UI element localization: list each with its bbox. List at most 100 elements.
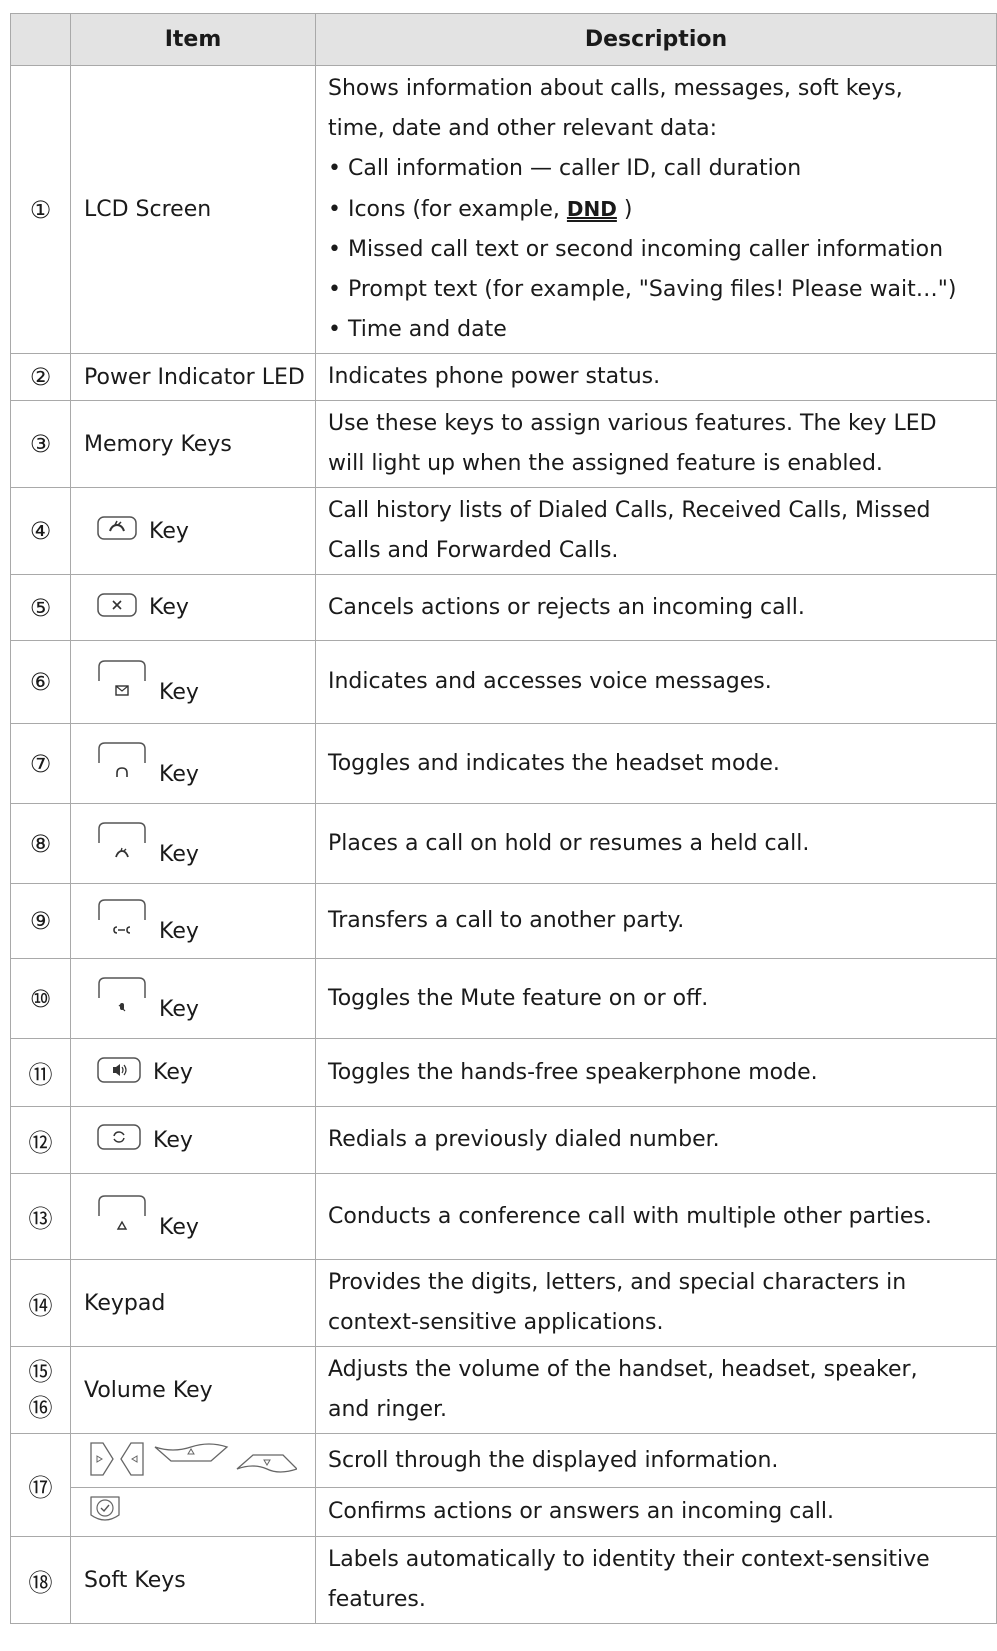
desc-line: Cancels actions or rejects an incoming c…	[328, 594, 805, 620]
dnd-icon: DND	[566, 197, 617, 221]
desc-line: context-sensitive applications.	[328, 1310, 664, 1335]
row-description: Indicates and accesses voice messages.	[315, 640, 997, 724]
table-row-conference-key: ⑬ Key Conducts a conference call with mu…	[10, 1173, 997, 1260]
header-description: Description	[315, 13, 997, 66]
row-description: Conducts a conference call with multiple…	[315, 1173, 997, 1260]
desc-line: Adjusts the volume of the handset, heads…	[328, 1357, 918, 1382]
row-description: Adjusts the volume of the handset, heads…	[315, 1346, 997, 1434]
row-number: ⑰	[10, 1433, 71, 1537]
row-description: Transfers a call to another party.	[315, 883, 997, 959]
ok-key-icon	[87, 1495, 123, 1525]
row-description: Call history lists of Dialed Calls, Rece…	[315, 487, 997, 575]
desc-line: Scroll through the displayed information…	[328, 1447, 779, 1473]
row-item: Key	[70, 1173, 316, 1260]
desc-line: Call history lists of Dialed Calls, Rece…	[328, 498, 931, 523]
table-row-power-led: ② Power Indicator LED Indicates phone po…	[10, 353, 997, 401]
desc-line: Shows information about calls, messages,…	[328, 76, 903, 101]
row-description: Toggles and indicates the headset mode.	[315, 723, 997, 804]
table-row-soft-keys: ⑱ Soft Keys Labels automatically to iden…	[10, 1536, 997, 1624]
row-number: ⑭	[10, 1259, 71, 1347]
row-description: Scroll through the displayed information…	[315, 1433, 997, 1488]
desc-line-icons: • Icons (for example, DND )	[328, 189, 996, 230]
row-number: ⑪	[10, 1038, 71, 1107]
mute-key-icon	[97, 976, 147, 1022]
row-description: Places a call on hold or resumes a held …	[315, 803, 997, 884]
row-description: Toggles the hands-free speakerphone mode…	[315, 1038, 997, 1107]
table-row-headset-key: ⑦ Key Toggles and indicates the headset …	[10, 723, 997, 804]
row-number: ⑥	[10, 640, 71, 724]
key-label: Key	[159, 841, 199, 867]
row-item: Power Indicator LED	[70, 353, 316, 401]
message-key-icon	[97, 659, 147, 705]
desc-line: Conducts a conference call with multiple…	[328, 1203, 932, 1229]
row-number: ⑦	[10, 723, 71, 804]
row-number: ③	[10, 400, 71, 488]
header-item: Item	[70, 13, 316, 66]
table-row-message-key: ⑥ Key Indicates and accesses voice messa…	[10, 640, 997, 724]
row-number: ④	[10, 487, 71, 575]
desc-line: • Call information — caller ID, call dur…	[328, 156, 802, 181]
ok-key-cell	[70, 1487, 316, 1537]
table-row-speakerphone-key: ⑪ Key Toggles the hands-free speakerphon…	[10, 1038, 997, 1107]
row-item: Memory Keys	[70, 400, 316, 488]
headset-key-icon	[97, 741, 147, 787]
key-label: Key	[159, 1214, 199, 1240]
desc-line: • Missed call text or second incoming ca…	[328, 237, 944, 262]
cancel-key-icon	[97, 592, 137, 623]
table-row-navigation-keys: ⑰ Scroll through the displayed informati…	[10, 1433, 997, 1537]
table-row-volume-key: ⑮ ⑯ Volume Key Adjusts the volume of the…	[10, 1346, 997, 1434]
table-row-cancel-key: ⑤ Key Cancels actions or rejects an inco…	[10, 574, 997, 641]
row-item: Key	[70, 640, 316, 724]
desc-line: Confirms actions or answers an incoming …	[328, 1499, 835, 1524]
row-item: Key	[70, 1038, 316, 1107]
row-item: Volume Key	[70, 1346, 316, 1434]
row-number-pair: ⑮ ⑯	[10, 1346, 71, 1434]
row-number: ⑤	[10, 574, 71, 641]
key-label: Key	[149, 518, 189, 544]
table-row-keypad: ⑭ Keypad Provides the digits, letters, a…	[10, 1259, 997, 1347]
table-row-lcd-screen: ① LCD Screen Shows information about cal…	[10, 65, 997, 354]
key-label: Key	[159, 680, 199, 705]
desc-text: • Icons (for example,	[328, 197, 567, 222]
key-label: Key	[153, 1060, 193, 1085]
key-label: Key	[159, 996, 199, 1022]
row-item: Key	[70, 723, 316, 804]
row-number: ⑫	[10, 1106, 71, 1174]
table-row-ok-key: Confirms actions or answers an incoming …	[11, 1487, 997, 1537]
desc-line: Toggles and indicates the headset mode.	[328, 750, 780, 776]
desc-line: Indicates phone power status.	[328, 364, 661, 389]
desc-line: Redials a previously dialed number.	[328, 1127, 720, 1152]
row-number: ⑱	[10, 1536, 71, 1624]
desc-line: Provides the digits, letters, and specia…	[328, 1270, 907, 1295]
row-number: ②	[10, 353, 71, 401]
table-row-transfer-key: ⑨ Key Transfers a call to another party.	[10, 883, 997, 959]
row-item: Key	[70, 958, 316, 1039]
table-row-memory-keys: ③ Memory Keys Use these keys to assign v…	[10, 400, 997, 488]
table-row-call-history-key: ④ Key Call history lists of Dialed Calls…	[10, 487, 997, 575]
key-description-table: Item Description ① LCD Screen Shows info…	[10, 13, 997, 1624]
key-label: Key	[159, 919, 199, 944]
header-number-cell	[10, 13, 71, 66]
row-description: Shows information about calls, messages,…	[315, 65, 997, 354]
conference-key-icon	[97, 1194, 147, 1240]
row-number: ⑯	[28, 1394, 53, 1422]
row-number: ①	[10, 65, 71, 354]
key-label: Key	[159, 761, 199, 787]
desc-text: )	[616, 197, 633, 222]
row-description: Confirms actions or answers an incoming …	[315, 1487, 997, 1537]
table-row-mute-key: ⑩ Key Toggles the Mute feature on or off…	[10, 958, 997, 1039]
row-item: Key	[70, 883, 316, 959]
desc-line: Use these keys to assign various feature…	[328, 411, 937, 436]
row-description: Redials a previously dialed number.	[315, 1106, 997, 1174]
row-description: Provides the digits, letters, and specia…	[315, 1259, 997, 1347]
row-number: ⑮	[28, 1358, 53, 1386]
row-description: Labels automatically to identity their c…	[315, 1536, 997, 1624]
desc-line: features.	[328, 1587, 426, 1612]
row-number: ⑨	[10, 883, 71, 959]
row-description: Cancels actions or rejects an incoming c…	[315, 574, 997, 641]
table-row-hold-key: ⑧ Key Places a call on hold or resumes a…	[10, 803, 997, 884]
row-number: ⑬	[10, 1173, 71, 1260]
desc-line: will light up when the assigned feature …	[328, 451, 883, 476]
row-description: Use these keys to assign various feature…	[315, 400, 997, 488]
desc-line: and ringer.	[328, 1397, 448, 1422]
